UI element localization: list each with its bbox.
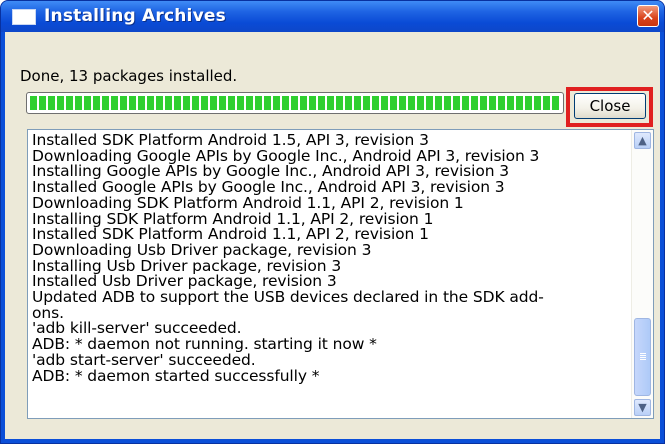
window-close-icon[interactable]: ✕ xyxy=(637,5,659,27)
title-bar[interactable]: Installing Archives ✕ xyxy=(1,1,664,32)
vertical-scrollbar[interactable]: ▲ ▼ xyxy=(631,130,653,418)
close-button[interactable]: Close xyxy=(574,93,646,119)
install-log-textarea[interactable]: Installed SDK Platform Android 1.5, API … xyxy=(27,129,654,419)
status-text: Done, 13 packages installed. xyxy=(20,67,238,85)
log-lines: Installed SDK Platform Android 1.5, API … xyxy=(32,132,623,385)
scroll-up-icon[interactable]: ▲ xyxy=(634,132,651,149)
scrollbar-grip-icon xyxy=(640,353,646,360)
install-progress-bar xyxy=(26,92,564,114)
scroll-down-icon[interactable]: ▼ xyxy=(634,399,651,416)
log-line: ADB: * daemon started successfully * xyxy=(32,366,320,385)
log-line: Updated ADB to support the USB devices d… xyxy=(32,288,544,307)
window-title: Installing Archives xyxy=(44,6,226,26)
scrollbar-thumb[interactable] xyxy=(634,318,651,396)
window-app-icon xyxy=(12,9,36,25)
installing-archives-window: Installing Archives ✕ Done, 13 packages … xyxy=(0,0,665,444)
progress-fill xyxy=(30,96,560,110)
